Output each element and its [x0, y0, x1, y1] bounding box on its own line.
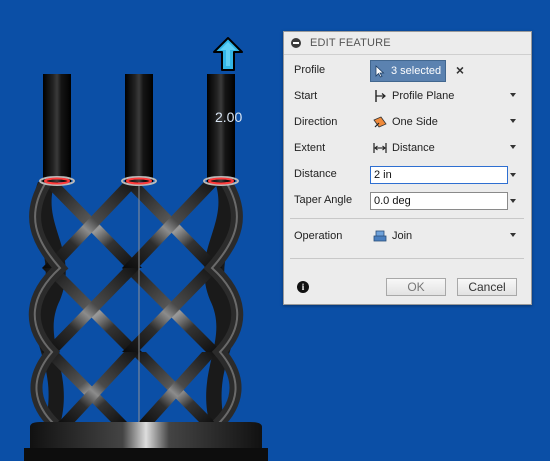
profile-value: 3 selected — [391, 65, 442, 77]
direction-label: Direction — [294, 116, 338, 128]
clear-selection-icon[interactable]: × — [454, 63, 466, 77]
info-icon[interactable]: i — [297, 281, 309, 293]
operation-value: Join — [392, 230, 413, 242]
distance-icon — [373, 143, 387, 153]
chevron-down-icon — [510, 93, 516, 97]
edit-feature-dialog: EDIT FEATURE Profile 3 selected × Start — [283, 31, 532, 305]
direction-dropdown[interactable]: One Side — [370, 112, 520, 132]
profile-label: Profile — [294, 64, 326, 76]
chevron-down-icon — [510, 119, 516, 123]
distance-manipulator-arrow — [213, 37, 243, 71]
extent-row: Extent Distance — [284, 137, 531, 159]
direction-row: Direction One Side — [284, 111, 531, 133]
extruded-rods — [39, 74, 239, 186]
start-dropdown[interactable]: Profile Plane — [370, 86, 520, 106]
extent-label: Extent — [294, 142, 326, 154]
operation-label: Operation — [294, 230, 343, 242]
distance-input[interactable]: 2 in — [370, 166, 508, 184]
extent-dropdown[interactable]: Distance — [370, 138, 520, 158]
dialog-title: EDIT FEATURE — [310, 37, 391, 49]
chevron-down-icon[interactable] — [510, 199, 516, 203]
profile-row: Profile 3 selected × — [284, 59, 531, 82]
chevron-down-icon[interactable] — [510, 173, 516, 177]
start-value: Profile Plane — [392, 90, 455, 102]
divider — [290, 218, 524, 219]
lattice-body — [28, 178, 244, 430]
start-label: Start — [294, 90, 318, 102]
base-disc — [24, 422, 268, 461]
taper-angle-input[interactable]: 0.0 deg — [370, 192, 508, 210]
join-icon — [373, 230, 387, 242]
model-canvas[interactable] — [0, 0, 280, 461]
dialog-footer: i OK Cancel — [284, 270, 531, 304]
ok-button[interactable]: OK — [386, 278, 446, 296]
divider — [290, 258, 524, 259]
profile-select-button[interactable]: 3 selected — [370, 60, 446, 82]
cancel-button[interactable]: Cancel — [457, 278, 517, 296]
collapse-icon[interactable] — [291, 38, 301, 48]
operation-dropdown[interactable]: Join — [370, 226, 520, 246]
3d-viewport[interactable]: 2.00 EDIT FEATURE Profile 3 selected × S… — [0, 0, 550, 461]
start-row: Start Profile Plane — [284, 85, 531, 107]
taper-angle-row: Taper Angle 0.0 deg — [284, 189, 531, 211]
one-side-icon — [373, 116, 387, 128]
chevron-down-icon — [510, 145, 516, 149]
distance-label: Distance — [294, 168, 337, 180]
operation-row: Operation Join — [284, 225, 531, 247]
taper-angle-label: Taper Angle — [294, 194, 353, 206]
profile-plane-icon — [375, 90, 386, 102]
distance-dimension-label[interactable]: 2.00 — [215, 109, 242, 125]
cursor-icon — [375, 64, 385, 78]
distance-row: Distance 2 in — [284, 163, 531, 185]
direction-value: One Side — [392, 116, 438, 128]
chevron-down-icon — [510, 233, 516, 237]
extent-value: Distance — [392, 142, 435, 154]
dialog-header: EDIT FEATURE — [284, 32, 531, 55]
